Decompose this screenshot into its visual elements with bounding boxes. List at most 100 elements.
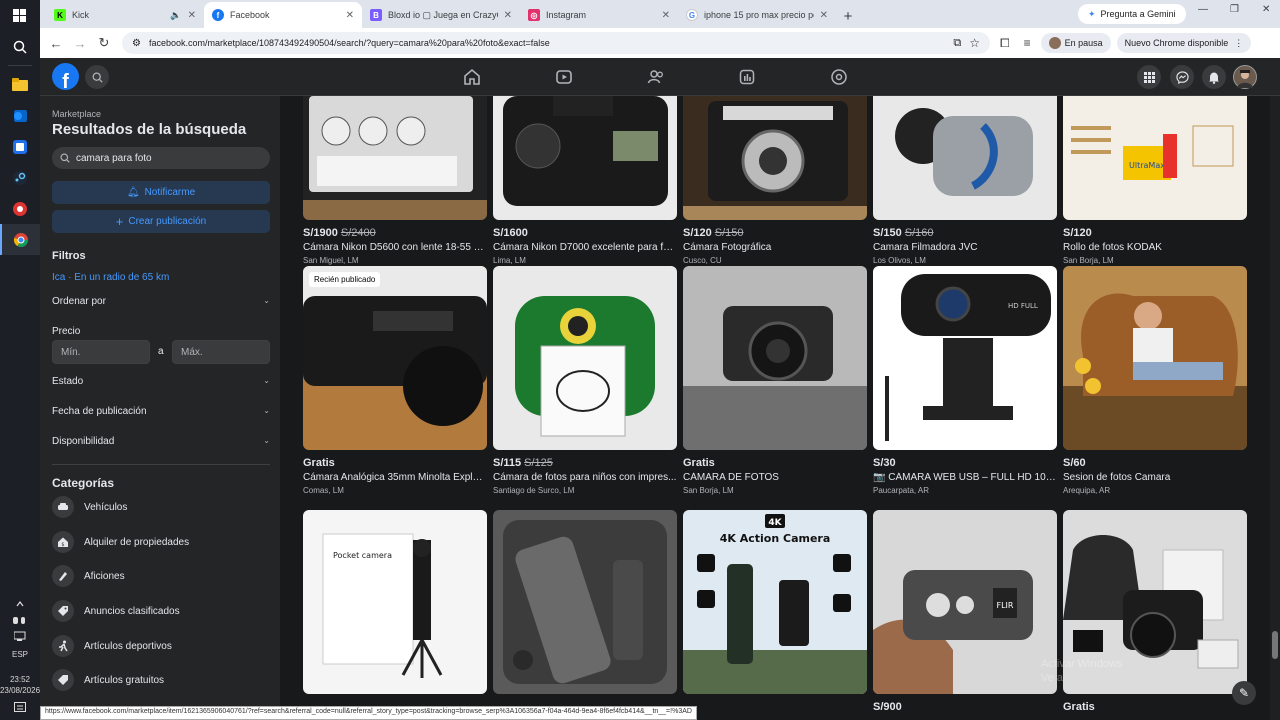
scrollbar-thumb[interactable] — [1272, 631, 1278, 659]
facebook-logo-icon[interactable]: f — [52, 63, 79, 90]
min-price-input[interactable]: Mín. — [52, 340, 150, 364]
category-free[interactable]: Artículos gratuitos — [52, 667, 164, 693]
tab-google[interactable]: G iphone 15 pro max precio perú ✕ — [678, 2, 836, 28]
clock-date[interactable]: 23/08/2026 — [0, 685, 40, 696]
mic-icon[interactable] — [0, 613, 40, 629]
site-info-icon[interactable]: ⚙ — [132, 38, 141, 49]
home-icon[interactable] — [463, 68, 481, 86]
facebook-search-icon[interactable] — [85, 65, 109, 89]
speaker-icon[interactable]: 🔈 — [170, 10, 181, 21]
category-vehicles[interactable]: Vehículos — [52, 494, 127, 520]
address-bar[interactable]: ⚙ facebook.com/marketplace/1087434924905… — [122, 32, 990, 54]
chevron-up-icon[interactable] — [0, 595, 40, 613]
listing-image[interactable]: FLIR — [873, 510, 1057, 694]
language-indicator[interactable]: ESP — [12, 649, 28, 660]
bookmark-star-icon[interactable]: ☆ — [969, 36, 980, 50]
close-tab-icon[interactable]: ✕ — [662, 10, 670, 21]
listing-image[interactable] — [493, 96, 677, 220]
listing-image[interactable]: Pocket camera — [303, 510, 487, 694]
listing-image[interactable] — [683, 96, 867, 220]
listing-image[interactable]: 4K 4K Action Camera — [683, 510, 867, 694]
pubdate-dropdown[interactable]: Fecha de publicación ⌄ — [52, 406, 270, 417]
notifications-icon[interactable] — [0, 696, 40, 720]
profile-avatar[interactable] — [1233, 65, 1257, 89]
steam-icon[interactable] — [0, 162, 40, 193]
listing-image[interactable] — [303, 96, 487, 220]
chrome-icon[interactable] — [0, 224, 40, 255]
search-input[interactable]: camara para foto — [52, 147, 270, 169]
category-classifieds[interactable]: Anuncios clasificados — [52, 598, 180, 624]
tab-instagram[interactable]: ◎ Instagram ✕ — [520, 2, 678, 28]
listing-card[interactable]: UltraMax S/120 Rollo de fotos KODAK San … — [1063, 96, 1247, 265]
friends-icon[interactable] — [647, 68, 665, 86]
listing-image[interactable]: HD FULL — [873, 266, 1057, 450]
forward-icon[interactable]: → — [68, 36, 92, 51]
listing-image[interactable]: UltraMax — [1063, 96, 1247, 220]
notify-button[interactable]: 🔔︎ Notificarme — [52, 181, 270, 204]
chrome-update-button[interactable]: Nuevo Chrome disponible ⋮ — [1116, 33, 1252, 53]
network-icon[interactable] — [0, 629, 40, 643]
file-explorer-icon[interactable] — [0, 69, 40, 100]
tab-bloxd[interactable]: B Bloxd io ▢ Juega en CrazyGam ✕ — [362, 2, 520, 28]
listing-card[interactable] — [493, 510, 677, 701]
office-icon[interactable] — [0, 131, 40, 162]
tab-facebook[interactable]: f Facebook ✕ — [204, 2, 362, 28]
marketplace-icon[interactable] — [738, 68, 756, 86]
listing-card[interactable]: S/115 S/125 Cámara de fotos para niños co… — [493, 266, 677, 495]
messenger-icon[interactable] — [1170, 65, 1194, 89]
close-tab-icon[interactable]: ✕ — [820, 10, 828, 21]
listing-image[interactable] — [493, 266, 677, 450]
reload-icon[interactable]: ↻ — [92, 35, 116, 51]
outlook-icon[interactable] — [0, 100, 40, 131]
listing-card[interactable]: HD FULL S/30 📷 CÁMARA WEB USB – FULL HD … — [873, 266, 1057, 495]
category-rentals[interactable]: $ Alquiler de propiedades — [52, 529, 189, 555]
listing-image[interactable] — [493, 510, 677, 694]
compose-message-icon[interactable]: ✎ — [1232, 681, 1256, 705]
bell-icon[interactable] — [1202, 65, 1226, 89]
video-icon[interactable] — [555, 68, 573, 86]
profile-paused-button[interactable]: En pausa — [1040, 33, 1111, 53]
restore-window-icon[interactable]: ❐ — [1230, 4, 1239, 15]
install-app-icon[interactable]: ⧉ — [953, 37, 961, 50]
windows-start-icon[interactable] — [0, 0, 40, 31]
close-window-icon[interactable]: ✕ — [1262, 4, 1270, 15]
new-tab-button[interactable]: + — [836, 4, 860, 28]
listing-image[interactable] — [1063, 266, 1247, 450]
listing-card[interactable]: S/150 S/160 Camara Filmadora JVC Los Oliv… — [873, 96, 1057, 265]
listing-card[interactable]: S/1900 S/2400 Cámara Nikon D5600 con lent… — [303, 96, 487, 265]
kebab-menu-icon[interactable]: ⋮ — [1234, 38, 1243, 49]
state-dropdown[interactable]: Estado ⌄ — [52, 376, 270, 387]
back-icon[interactable]: ← — [44, 36, 68, 51]
reading-list-icon[interactable]: ≡ — [1024, 36, 1031, 50]
extensions-icon[interactable]: ⧠ — [1000, 36, 1010, 51]
gaming-icon[interactable] — [830, 68, 848, 86]
listing-image[interactable]: Recién publicado — [303, 266, 487, 450]
listing-card[interactable]: Gratis CÁMARA DE FOTOS San Borja, LM — [683, 266, 867, 495]
listing-card[interactable]: S/120 S/150 Cámara Fotográfica Cusco, CU — [683, 96, 867, 265]
close-tab-icon[interactable]: ✕ — [188, 10, 196, 21]
availability-dropdown[interactable]: Disponibilidad ⌄ — [52, 436, 270, 447]
listing-card[interactable]: Recién publicado Gratis Cámara Analógica… — [303, 266, 487, 495]
category-sports[interactable]: Artículos deportivos — [52, 633, 172, 659]
listing-card[interactable]: FLIR S/900 — [873, 510, 1057, 713]
sort-dropdown[interactable]: Ordenar por ⌄ — [52, 296, 270, 307]
close-tab-icon[interactable]: ✕ — [346, 10, 354, 21]
minimize-window-icon[interactable]: — — [1198, 4, 1208, 15]
listing-card[interactable]: S/1600 Cámara Nikon D7000 excelente para… — [493, 96, 677, 265]
app-icon[interactable] — [0, 193, 40, 224]
listing-card[interactable]: S/60 Sesion de fotos Camara Arequipa, AR — [1063, 266, 1247, 495]
location-filter[interactable]: Ica · En un radio de 65 km — [52, 272, 169, 283]
search-icon[interactable] — [0, 31, 40, 62]
create-listing-button[interactable]: + Crear publicación — [52, 210, 270, 233]
max-price-input[interactable]: Máx. — [172, 340, 270, 364]
listing-card[interactable]: 4K 4K Action Camera — [683, 510, 867, 701]
close-tab-icon[interactable]: ✕ — [504, 10, 512, 21]
listing-image[interactable] — [873, 96, 1057, 220]
menu-grid-icon[interactable] — [1137, 65, 1161, 89]
ask-gemini-button[interactable]: ✦ Pregunta a Gemini — [1078, 4, 1186, 24]
breadcrumb[interactable]: Marketplace — [52, 109, 101, 119]
listing-image[interactable] — [683, 266, 867, 450]
page-scrollbar[interactable] — [1270, 96, 1280, 720]
clock-time[interactable]: 23:52 — [10, 674, 30, 685]
category-hobbies[interactable]: Aficiones — [52, 563, 125, 589]
